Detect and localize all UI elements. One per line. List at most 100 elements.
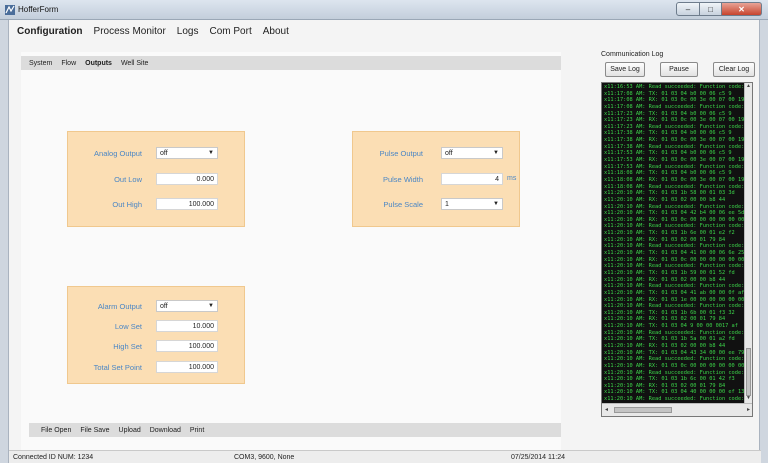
maximize-button[interactable]: □: [700, 2, 722, 16]
log-line: x11:20:10 AM: RX: 01 03 0c 00 00 00 00 0…: [604, 362, 744, 369]
file-save-button[interactable]: File Save: [80, 427, 109, 434]
status-datetime: 07/25/2014 11:24: [511, 454, 565, 461]
log-line: x11:20:10 AM: TX: 01 03 04 9 00 00 0017 …: [604, 323, 738, 330]
log-line: x11:20:10 AM: RX: 01 03 02 00 01 79 84: [604, 382, 726, 389]
log-line: x11:17:53 AM: Read succeeded: Function c…: [604, 163, 744, 170]
pause-button[interactable]: Pause: [660, 62, 698, 77]
configuration-panel: System Flow Outputs Well Site Analog Out…: [21, 52, 561, 452]
main-window: Configuration Process Monitor Logs Com P…: [8, 20, 761, 463]
pulse-scale-select[interactable]: 1 ▼: [441, 198, 503, 210]
log-line: x11:20:10 AM: TX: 01 03 04 41 00 00 06 6…: [604, 250, 744, 257]
status-bar: Connected ID NUM: 1234 COM3, 9600, None …: [9, 450, 761, 463]
out-low-input[interactable]: 0.000: [156, 173, 218, 185]
app-icon: [5, 5, 15, 15]
menu-configuration[interactable]: Configuration: [17, 26, 83, 37]
scroll-left-icon[interactable]: ◂: [605, 406, 608, 413]
log-line: x11:20:10 AM: RX: 01 03 02 00 01 79 84: [604, 236, 726, 243]
log-line: x11:20:10 AM: TX: 01 03 04 43 34 00 00 e…: [604, 349, 744, 356]
log-line: x11:17:08 AM: TX: 01 03 04 b0 00 06 c5 9: [604, 90, 732, 97]
download-button[interactable]: Download: [150, 427, 181, 434]
close-button[interactable]: ✕: [722, 2, 762, 16]
tab-system[interactable]: System: [29, 60, 52, 67]
chevron-down-icon: ▼: [493, 150, 499, 156]
title-bar: HofferForm – □ ✕: [0, 0, 768, 20]
menu-bar: Configuration Process Monitor Logs Com P…: [17, 26, 289, 37]
menu-logs[interactable]: Logs: [177, 26, 199, 37]
out-high-label: Out High: [112, 200, 142, 209]
tab-flow[interactable]: Flow: [61, 60, 76, 67]
log-line: x11:17:38 AM: RX: 01 03 0c 00 3e 00 07 0…: [604, 137, 744, 144]
log-line: x11:17:53 AM: RX: 01 03 0c 00 3e 00 07 0…: [604, 157, 744, 164]
file-actions-bar: File Open File Save Upload Download Prin…: [29, 423, 561, 437]
analog-output-select[interactable]: off ▼: [156, 147, 218, 159]
log-line: x11:20:10 AM: Read succeeded: Function c…: [604, 263, 744, 270]
port-settings: COM3, 9600, None: [234, 454, 295, 461]
scroll-up-icon[interactable]: ▲: [745, 83, 752, 91]
log-horizontal-scrollbar[interactable]: ◂ ▸: [602, 403, 752, 416]
communication-log-title: Communication Log: [601, 51, 664, 58]
log-line: x11:20:10 AM: Read succeeded: Function c…: [604, 303, 744, 310]
high-set-input[interactable]: 100.000: [156, 340, 218, 352]
log-line: x11:17:53 AM: TX: 01 03 04 b0 00 06 c5 9: [604, 150, 732, 157]
analog-output-label: Analog Output: [94, 149, 142, 158]
log-line: x11:20:10 AM: Read succeeded: Function c…: [604, 243, 744, 250]
log-line: x11:20:10 AM: TX: 01 03 04 40 00 00 00 e…: [604, 389, 744, 396]
log-line: x11:20:10 AM: Read succeeded: Function c…: [604, 329, 744, 336]
scroll-thumb[interactable]: [614, 407, 672, 413]
log-line: x11:17:38 AM: TX: 01 03 04 b0 00 06 c5 9: [604, 130, 732, 137]
tab-well-site[interactable]: Well Site: [121, 60, 149, 67]
log-line: x11:20:10 AM: Read succeeded: Function c…: [604, 396, 744, 403]
pulse-output-value: off: [445, 150, 453, 157]
pulse-output-group: Pulse Output off ▼ Pulse Width 4 ms Puls…: [352, 131, 520, 227]
log-line: x11:17:08 AM: RX: 01 03 0c 00 3e 00 07 0…: [604, 97, 744, 104]
log-line: x11:20:10 AM: RX: 01 03 0c 00 00 00 00 0…: [604, 216, 744, 223]
scroll-right-icon[interactable]: ▸: [747, 406, 750, 413]
tab-outputs[interactable]: Outputs: [85, 60, 112, 67]
alarm-output-value: off: [160, 303, 168, 310]
log-line: x11:17:23 AM: TX: 01 03 04 b0 00 06 c5 9: [604, 110, 732, 117]
log-line: x11:20:10 AM: Read succeeded: Function c…: [604, 203, 744, 210]
upload-button[interactable]: Upload: [119, 427, 141, 434]
menu-process-monitor[interactable]: Process Monitor: [94, 26, 166, 37]
log-line: x11:18:08 AM: Read succeeded: Function c…: [604, 183, 744, 190]
scroll-down-icon[interactable]: ▼: [745, 395, 752, 403]
chevron-down-icon: ▼: [208, 303, 214, 309]
total-set-point-label: Total Set Point: [93, 363, 142, 372]
analog-output-value: off: [160, 150, 168, 157]
save-log-button[interactable]: Save Log: [605, 62, 645, 77]
log-line: x11:23:39 AM: Read succeeded: Function c…: [604, 416, 744, 417]
menu-com-port[interactable]: Com Port: [209, 26, 251, 37]
out-high-input[interactable]: 100.000: [156, 198, 218, 210]
pulse-scale-value: 1: [445, 201, 449, 208]
log-line: x11:20:10 AM: Read succeeded: Function c…: [604, 356, 744, 363]
scroll-thumb[interactable]: [746, 348, 751, 396]
communication-log[interactable]: x11:16:53 AM: Read succeeded: Function c…: [601, 82, 753, 417]
log-line: x11:17:38 AM: Read succeeded: Function c…: [604, 143, 744, 150]
file-open-button[interactable]: File Open: [41, 427, 71, 434]
pulse-width-label: Pulse Width: [382, 175, 423, 184]
log-line: x11:16:53 AM: Read succeeded: Function c…: [604, 84, 744, 90]
log-line: x11:20:10 AM: TX: 01 03 1b 6b 00 01 f3 3…: [604, 309, 735, 316]
connection-status: Connected ID NUM: 1234: [13, 454, 94, 461]
alarm-output-select[interactable]: off ▼: [156, 300, 218, 312]
pulse-width-input[interactable]: 4: [441, 173, 503, 185]
menu-about[interactable]: About: [263, 26, 289, 37]
pulse-output-label: Pulse Output: [379, 149, 423, 158]
log-line: x11:20:10 AM: RX: 01 03 02 00 00 b8 44: [604, 276, 726, 283]
pulse-output-select[interactable]: off ▼: [441, 147, 503, 159]
log-line: x11:20:10 AM: RX: 01 03 0c 00 00 00 00 0…: [604, 256, 744, 263]
log-line: x11:20:10 AM: TX: 01 03 1b 6e 00 01 e2 f…: [604, 230, 735, 237]
clear-log-button[interactable]: Clear Log: [713, 62, 755, 77]
log-line: x11:20:10 AM: TX: 01 03 1b 6c 00 01 42 f…: [604, 376, 735, 383]
alarm-output-label: Alarm Output: [97, 302, 142, 311]
low-set-input[interactable]: 10.000: [156, 320, 218, 332]
log-vertical-scrollbar[interactable]: ▲ ▼: [744, 83, 752, 403]
log-line: x11:20:10 AM: RX: 01 03 02 00 00 b8 44: [604, 342, 726, 349]
pulse-scale-label: Pulse Scale: [383, 200, 423, 209]
log-line: x11:20:10 AM: Read succeeded: Function c…: [604, 283, 744, 290]
log-line: x11:17:08 AM: Read succeeded: Function c…: [604, 103, 744, 110]
minimize-button[interactable]: –: [676, 2, 700, 16]
alarm-output-group: Alarm Output off ▼ Low Set 10.000 High S…: [67, 286, 245, 384]
total-set-point-input[interactable]: 100.000: [156, 361, 218, 373]
print-button[interactable]: Print: [190, 427, 204, 434]
